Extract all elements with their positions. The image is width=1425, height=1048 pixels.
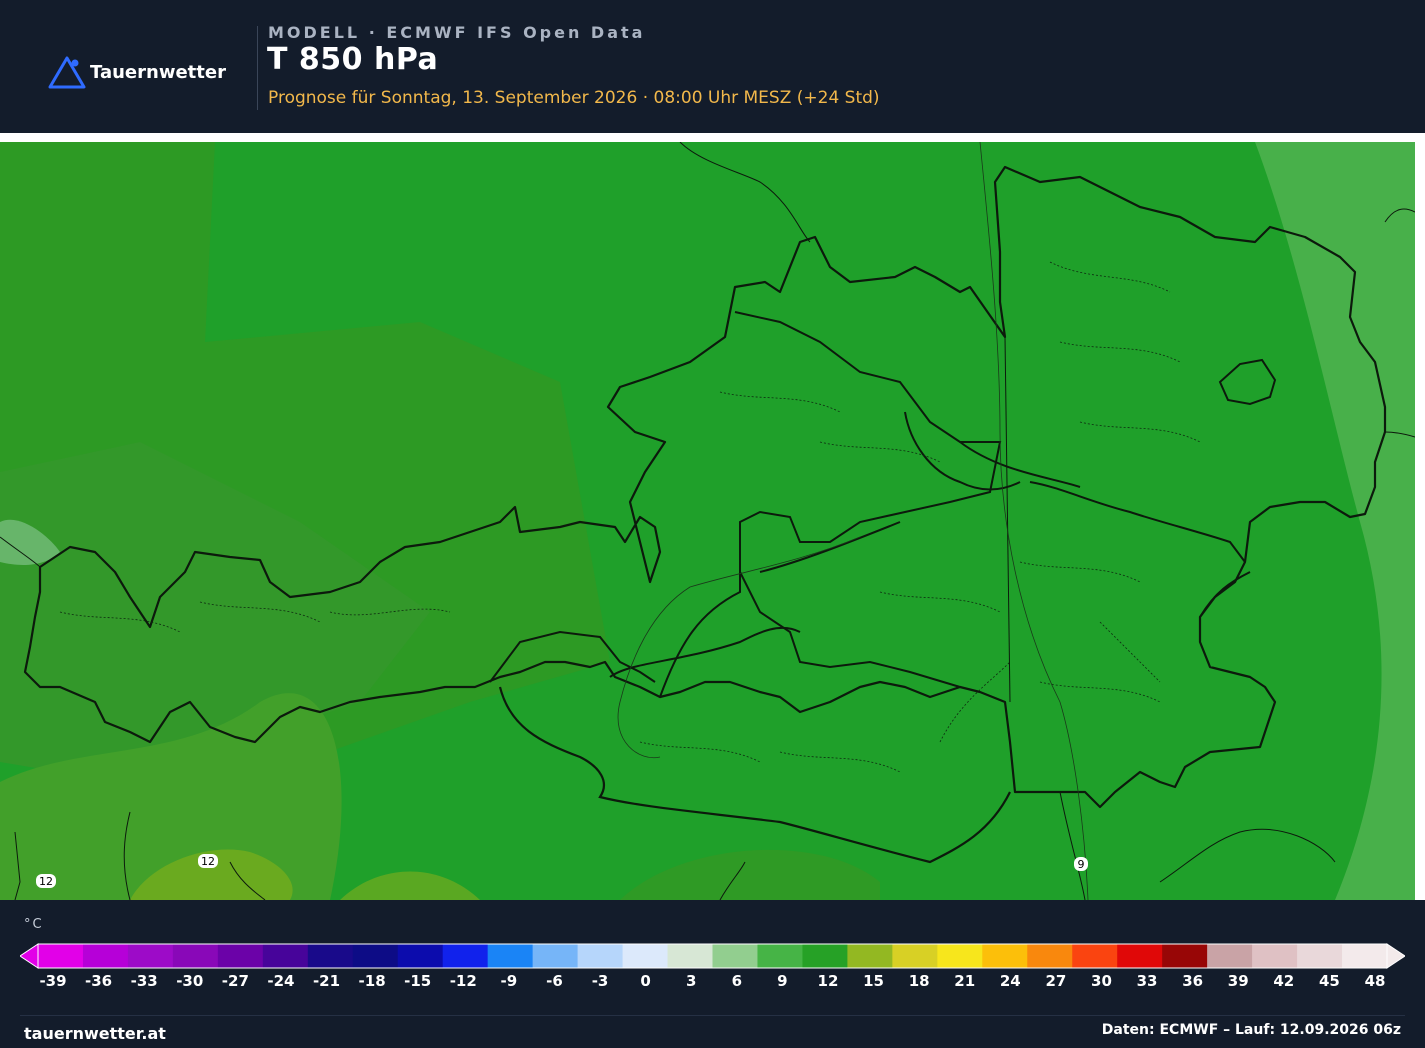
legend-tick-label: 45 [1318, 972, 1340, 990]
contour-label-9-east: 9 [1074, 857, 1088, 871]
legend-tick-label: -6 [546, 972, 563, 990]
colorbar-arrow-left [20, 943, 39, 969]
colorbar-segment [667, 944, 713, 968]
legend-tick-label: -27 [221, 972, 249, 990]
brand-logo[interactable]: Tauernwetter [48, 54, 226, 90]
contour-label-12-west: 12 [36, 874, 56, 888]
legend-tick-label: -9 [500, 972, 518, 990]
colorbar-segment [397, 944, 444, 968]
colorbar-segment [892, 944, 938, 968]
colorbar-segment [487, 944, 534, 968]
forecast-time: Prognose für Sonntag, 13. September 2026… [268, 88, 880, 108]
legend-tick-label: -24 [267, 972, 295, 990]
colorbar-segment [1207, 944, 1253, 968]
legend-tick-label: -21 [312, 972, 341, 990]
legend-tick-label: 3 [685, 972, 697, 990]
footer-divider [20, 1015, 1405, 1016]
colorbar-segment [82, 944, 129, 968]
legend-tick-label: -15 [404, 972, 432, 990]
legend-tick-label: 39 [1227, 972, 1249, 990]
colorbar-segment [442, 944, 489, 968]
colorbar-segment [577, 944, 624, 968]
legend-tick-label: -18 [358, 972, 386, 990]
colorbar [20, 943, 1405, 969]
legend-tick-label: 30 [1091, 972, 1112, 990]
page-title: T 850 hPa [267, 42, 439, 77]
legend-tick-label: -33 [130, 972, 158, 990]
legend-tick-label: 24 [999, 972, 1021, 990]
colorbar-segment [1117, 944, 1163, 968]
colorbar-segment [262, 944, 309, 968]
colorbar-segment [217, 944, 264, 968]
legend-tick-label: 6 [731, 972, 742, 990]
site-link[interactable]: tauernwetter.at [24, 1024, 166, 1043]
color-legend: °C -39 -36 -33 -30 -27 -24 -21 -18 -15 -12 -9 -6 -3 0… [0, 900, 1425, 1048]
model-label: MODELL · ECMWF IFS Open Data [268, 23, 646, 42]
legend-ticks: -39 -36 -33 -30 -27 -24 -21 -18 -15 -12 -9 -6 -3 0 3 6 9… [0, 972, 1425, 992]
colorbar-segment [127, 944, 174, 968]
colorbar-segment [937, 944, 983, 968]
legend-tick-label: 0 [640, 972, 651, 990]
legend-tick-label: 48 [1364, 972, 1386, 990]
legend-tick-label: 12 [817, 972, 839, 990]
colorbar-segment [712, 944, 758, 968]
header-divider [257, 26, 258, 110]
temperature-field-svg: 12 12 9 [0, 142, 1415, 900]
colorbar-segment [1297, 944, 1343, 968]
colorbar-segment [757, 944, 803, 968]
colorbar-segment [532, 944, 579, 968]
contour-label-12-mid: 12 [198, 854, 218, 868]
colorbar-segment [847, 944, 893, 968]
colorbar-segment [1342, 944, 1388, 968]
brand-name: Tauernwetter [90, 61, 226, 83]
legend-unit: °C [24, 917, 44, 932]
legend-tick-label: -36 [85, 972, 113, 990]
map-frame-top [0, 133, 1425, 142]
map-frame-right [1415, 133, 1425, 900]
colorbar-arrow-right [1386, 943, 1405, 969]
colorbar-segment [307, 944, 354, 968]
mountain-logo-icon [48, 56, 86, 89]
contour-label-text: 12 [201, 855, 215, 868]
legend-tick-label: 36 [1182, 972, 1204, 990]
weather-map[interactable]: 12 12 9 [0, 142, 1415, 900]
header-bar: Tauernwetter MODELL · ECMWF IFS Open Dat… [0, 0, 1425, 133]
colorbar-segment [982, 944, 1028, 968]
data-source: Daten: ECMWF – Lauf: 12.09.2026 06z [1101, 1022, 1401, 1038]
legend-tick-label: 42 [1273, 972, 1295, 990]
colorbar-segment [1027, 944, 1073, 968]
legend-tick-label: 9 [777, 972, 788, 990]
legend-tick-label: 27 [1045, 972, 1067, 990]
colorbar-segment [172, 944, 219, 968]
legend-tick-label: 33 [1136, 972, 1158, 990]
colorbar-segment [38, 944, 84, 968]
legend-tick-label: -3 [591, 972, 609, 990]
contour-label-text: 9 [1078, 858, 1085, 871]
colorbar-segment [802, 944, 848, 968]
legend-tick-label: -12 [449, 972, 477, 990]
legend-tick-label: -30 [176, 972, 204, 990]
colorbar-segment [622, 944, 669, 968]
legend-tick-label: 21 [954, 972, 976, 990]
contour-label-text: 12 [39, 875, 53, 888]
legend-tick-label: 15 [863, 972, 884, 990]
colorbar-segment [1252, 944, 1298, 968]
colorbar-segment [352, 944, 399, 968]
legend-tick-label: 18 [908, 972, 930, 990]
legend-tick-label: -39 [39, 972, 67, 990]
colorbar-segment [1072, 944, 1118, 968]
colorbar-segment [1162, 944, 1208, 968]
